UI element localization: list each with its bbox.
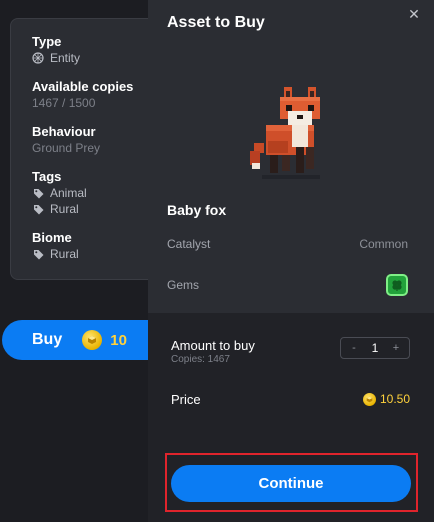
close-icon[interactable]: ✕ (406, 6, 422, 22)
biome-label: Biome (32, 230, 72, 245)
biome-section: Biome Rural (32, 230, 148, 262)
behaviour-section: Behaviour Ground Prey (32, 124, 148, 156)
tag-item: Rural (32, 201, 148, 217)
amount-to-buy-label: Amount to buy (171, 338, 255, 353)
tag-icon (32, 248, 44, 260)
biome-value: Rural (32, 246, 148, 262)
price-amount: 10.50 (380, 392, 411, 406)
gems-label: Gems (167, 278, 200, 292)
available-copies-label: Available copies (32, 79, 134, 94)
purchase-section: Amount to buy Copies: 1467 - 1 + Price 1… (148, 313, 434, 522)
buy-button[interactable]: Buy 10 (2, 320, 148, 360)
tag-item: Animal (32, 185, 148, 201)
clover-gem-icon (386, 274, 408, 296)
asset-name: Baby fox (167, 202, 227, 218)
behaviour-value: Ground Prey (32, 141, 101, 155)
behaviour-label: Behaviour (32, 124, 96, 139)
coin-icon (363, 392, 376, 406)
entity-icon (32, 52, 44, 64)
type-value-text: Entity (50, 51, 81, 65)
continue-button[interactable]: Continue (171, 465, 411, 502)
biome-value-text: Rural (50, 247, 79, 261)
tag-icon (32, 187, 44, 199)
tags-label: Tags (32, 169, 62, 184)
asset-to-buy-panel: Asset to Buy ✕ Baby fox Catalyst Common … (148, 0, 434, 522)
background-page: Type Entity Available copies 1467 / 1500… (0, 0, 148, 522)
type-section: Type Entity (32, 34, 148, 66)
catalyst-value: Common (359, 237, 408, 251)
catalyst-row: Catalyst Common (167, 237, 408, 251)
decrement-button[interactable]: - (349, 342, 359, 354)
quantity-value[interactable]: 1 (372, 341, 379, 355)
buy-label: Buy (32, 331, 63, 348)
copies-count: Copies: 1467 (171, 354, 230, 365)
increment-button[interactable]: + (391, 342, 401, 354)
tag-icon (32, 203, 44, 215)
price-label: Price (171, 392, 201, 407)
copies-section: Available copies 1467 / 1500 (32, 79, 148, 111)
available-copies-value: 1467 / 1500 (32, 96, 96, 110)
catalyst-label: Catalyst (167, 237, 211, 251)
pixel-fox-image (246, 85, 336, 185)
type-value: Entity (32, 50, 148, 66)
type-label: Type (32, 34, 62, 49)
buy-price: 10 (110, 331, 127, 349)
tag-label: Animal (50, 186, 87, 200)
tags-section: Tags Animal Rural (32, 169, 148, 217)
asset-info-card: Type Entity Available copies 1467 / 1500… (10, 18, 148, 280)
tag-label: Rural (50, 202, 79, 216)
quantity-stepper[interactable]: - 1 + (340, 337, 410, 359)
price-value: 10.50 (363, 392, 410, 406)
gems-row: Gems (167, 274, 408, 296)
panel-title: Asset to Buy (167, 14, 265, 31)
coin-icon (82, 330, 103, 350)
